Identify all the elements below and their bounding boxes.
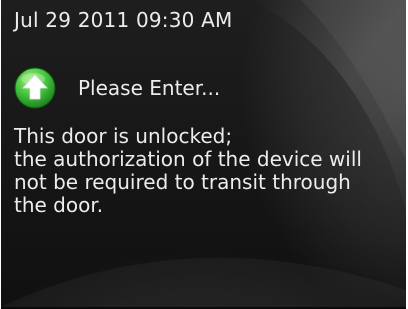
message-line: not be required to transit through [14, 170, 351, 194]
device-screen: Jul 29 2011 09:30 AM Please Enter... Thi… [1, 0, 406, 309]
message-line: This door is unlocked; [14, 124, 233, 148]
message-line: the door. [14, 193, 104, 217]
door-status-message: This door is unlocked; the authorization… [14, 125, 399, 217]
datetime-display: Jul 29 2011 09:30 AM [14, 8, 233, 32]
status-row: Please Enter... [14, 67, 220, 109]
message-line: the authorization of the device will [14, 147, 362, 171]
green-up-arrow-icon [14, 67, 56, 109]
status-message: Please Enter... [78, 76, 221, 100]
